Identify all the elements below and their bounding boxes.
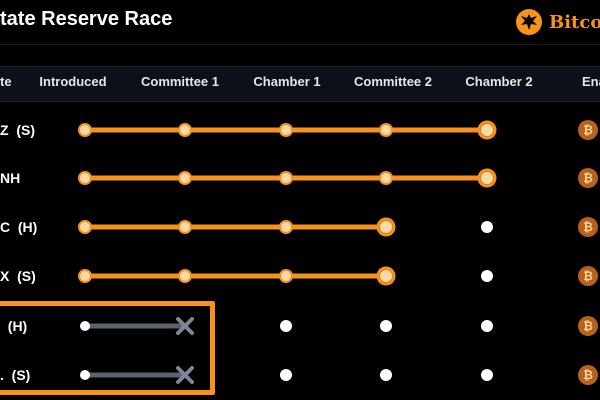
completed-stage-dot [178,171,192,185]
pending-stage-dot [481,320,493,332]
completed-stage-dot [279,269,293,283]
completed-stage-dot [78,220,92,234]
current-stage-dot-inner [379,269,393,283]
bitcoin-coin-icon: ₿ [578,316,598,336]
completed-stage-dot [279,171,293,185]
completed-stage-dot [178,220,192,234]
pending-stage-dot [481,221,493,233]
current-stage-dot-inner [480,123,494,137]
bitcoin-coin-icon: ₿ [578,217,598,237]
pending-stage-dot [280,320,292,332]
completed-stage-dot [78,123,92,137]
pending-stage-dot [280,369,292,381]
completed-stage-dot [78,171,92,185]
current-stage-dot-inner [480,171,494,185]
bitcoin-coin-icon: ₿ [578,266,598,286]
completed-stage-dot [379,171,393,185]
completed-stage-dot [279,220,293,234]
bitcoin-coin-icon: ₿ [578,120,598,140]
pending-stage-dot [380,369,392,381]
completed-stage-dot [379,123,393,137]
highlight-box [0,301,215,395]
completed-stage-dot [178,123,192,137]
completed-stage-dot [279,123,293,137]
pending-stage-dot [481,369,493,381]
completed-stage-dot [178,269,192,283]
completed-stage-dot [78,269,92,283]
bitcoin-coin-icon: ₿ [578,365,598,385]
bitcoin-coin-icon: ₿ [578,168,598,188]
pending-stage-dot [380,320,392,332]
current-stage-dot-inner [379,220,393,234]
pending-stage-dot [481,270,493,282]
